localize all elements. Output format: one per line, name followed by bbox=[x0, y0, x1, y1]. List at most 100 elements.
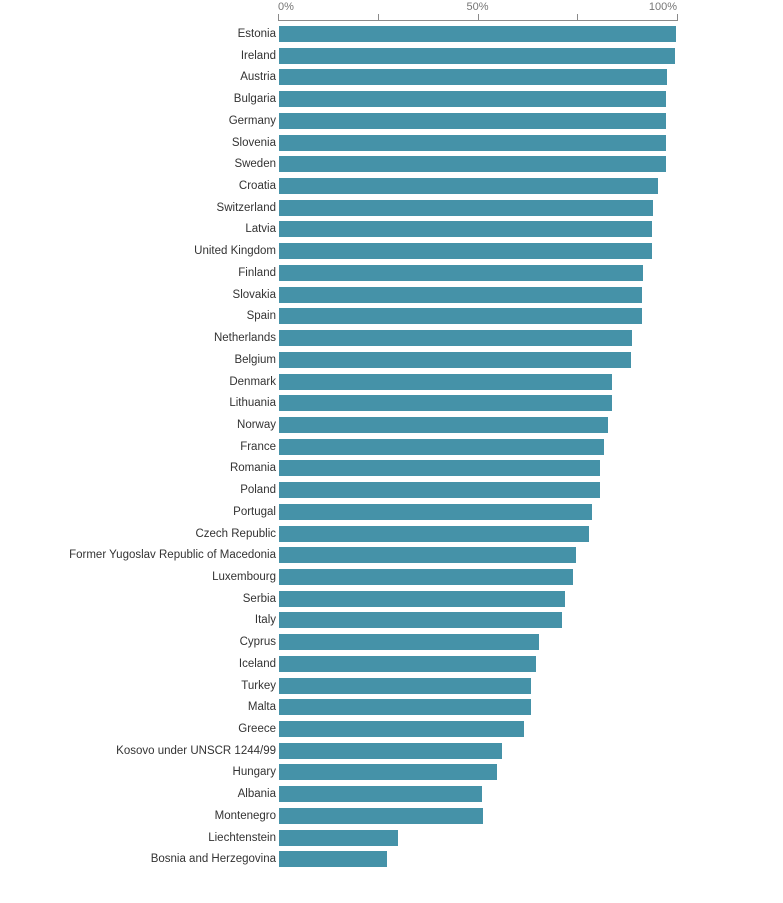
category-label: Czech Republic bbox=[195, 527, 276, 540]
category-label: Iceland bbox=[238, 657, 276, 670]
bar bbox=[279, 547, 577, 564]
category-label: Slovakia bbox=[232, 288, 276, 301]
bar bbox=[279, 460, 601, 477]
bar bbox=[279, 286, 643, 303]
category-label: Poland bbox=[240, 484, 276, 497]
bar bbox=[279, 525, 590, 542]
bar bbox=[279, 156, 666, 173]
category-label: Sweden bbox=[234, 158, 276, 171]
x-axis-tick-label: 0% bbox=[278, 1, 294, 13]
x-axis-tick bbox=[677, 14, 678, 20]
bar-row: Estonia bbox=[0, 26, 783, 48]
bar-row: Bulgaria bbox=[0, 91, 783, 113]
category-label: Bosnia and Herzegovina bbox=[150, 853, 276, 866]
bar-row: Former Yugoslav Republic of Macedonia bbox=[0, 547, 783, 569]
category-label: Croatia bbox=[238, 180, 276, 193]
bar-row: Cyprus bbox=[0, 634, 783, 656]
bar bbox=[279, 416, 609, 433]
bar-row: United Kingdom bbox=[0, 243, 783, 265]
bar-row: Turkey bbox=[0, 677, 783, 700]
bar bbox=[279, 26, 677, 42]
bar bbox=[279, 829, 399, 846]
x-axis-tick bbox=[278, 14, 279, 20]
category-label: Finland bbox=[238, 266, 276, 279]
x-axis-tick bbox=[377, 14, 379, 20]
bar-row: Belgium bbox=[0, 351, 783, 374]
bar-row: France bbox=[0, 438, 783, 461]
category-label: Spain bbox=[246, 310, 276, 323]
category-label: Romania bbox=[229, 462, 276, 475]
bar-chart: 0% 50% 100% Estonia Ireland Austria Bulgaria G… bbox=[0, 0, 783, 903]
bar bbox=[279, 178, 658, 195]
category-label: Switzerland bbox=[216, 201, 276, 214]
category-label: Germany bbox=[228, 114, 276, 127]
plot-area: Estonia Ireland Austria Bulgaria Germany Slov… bbox=[0, 26, 783, 903]
bar bbox=[279, 330, 633, 347]
bar-row: Finland bbox=[0, 264, 783, 287]
x-axis-tick bbox=[477, 14, 479, 20]
bar bbox=[279, 351, 632, 368]
category-label: Hungary bbox=[232, 766, 276, 779]
category-label: Norway bbox=[237, 418, 276, 431]
bar-row: Lithuania bbox=[0, 395, 783, 417]
bar-row: Switzerland bbox=[0, 199, 783, 222]
bar bbox=[279, 742, 502, 759]
category-label: Slovenia bbox=[231, 136, 276, 149]
category-label: Denmark bbox=[229, 375, 276, 388]
bar-row: Luxembourg bbox=[0, 568, 783, 591]
x-axis-line bbox=[278, 20, 678, 21]
category-label: France bbox=[240, 440, 276, 453]
bar bbox=[279, 568, 573, 585]
bar-row: Italy bbox=[0, 612, 783, 634]
bar bbox=[279, 699, 531, 716]
bar bbox=[279, 112, 667, 129]
bar-row: Croatia bbox=[0, 178, 783, 200]
x-axis: 0% 50% 100% bbox=[0, 0, 783, 26]
bar bbox=[279, 91, 667, 108]
category-label: Italy bbox=[254, 614, 276, 627]
category-label: Serbia bbox=[242, 592, 276, 605]
category-label: Albania bbox=[237, 788, 276, 801]
category-label: Estonia bbox=[237, 28, 276, 40]
bar bbox=[279, 851, 387, 868]
category-label: Malta bbox=[247, 701, 276, 714]
bar-row: Romania bbox=[0, 460, 783, 482]
x-axis-tick-label: 50% bbox=[466, 1, 489, 13]
category-label: Montenegro bbox=[214, 809, 276, 822]
category-label: Lithuania bbox=[229, 397, 276, 410]
category-label: Portugal bbox=[233, 505, 276, 518]
category-label: Latvia bbox=[245, 223, 276, 236]
bar bbox=[279, 655, 537, 672]
bar-row: Greece bbox=[0, 721, 783, 743]
bar-row: Montenegro bbox=[0, 807, 783, 830]
bar-row: Bosnia and Herzegovina bbox=[0, 851, 783, 873]
bar-row: Hungary bbox=[0, 764, 783, 786]
bar-row: Serbia bbox=[0, 590, 783, 613]
bar-row: Sweden bbox=[0, 156, 783, 178]
bar bbox=[279, 438, 605, 455]
bar-row: Kosovo under UNSCR 1244/99 bbox=[0, 742, 783, 765]
bar-row: Slovakia bbox=[0, 286, 783, 309]
x-axis-tick bbox=[577, 14, 579, 20]
bar bbox=[279, 373, 613, 390]
category-label: Belgium bbox=[234, 353, 276, 366]
bar bbox=[279, 807, 484, 824]
category-label: Kosovo under UNSCR 1244/99 bbox=[116, 744, 276, 757]
bar bbox=[279, 134, 667, 151]
bar-row: Austria bbox=[0, 69, 783, 91]
category-label: Former Yugoslav Republic of Macedonia bbox=[69, 549, 276, 562]
bar-row: Albania bbox=[0, 786, 783, 808]
category-label: Netherlands bbox=[213, 332, 276, 345]
category-label: Luxembourg bbox=[212, 570, 276, 583]
bar bbox=[279, 243, 653, 260]
bar bbox=[279, 590, 566, 607]
category-label: Liechtenstein bbox=[208, 831, 276, 844]
bar-row: Germany bbox=[0, 112, 783, 135]
category-label: Turkey bbox=[241, 679, 276, 692]
bar bbox=[279, 308, 643, 325]
category-label: Ireland bbox=[240, 49, 276, 62]
bar-row: Czech Republic bbox=[0, 525, 783, 548]
bar bbox=[279, 634, 539, 651]
category-label: Greece bbox=[238, 723, 276, 735]
bar bbox=[279, 395, 613, 412]
